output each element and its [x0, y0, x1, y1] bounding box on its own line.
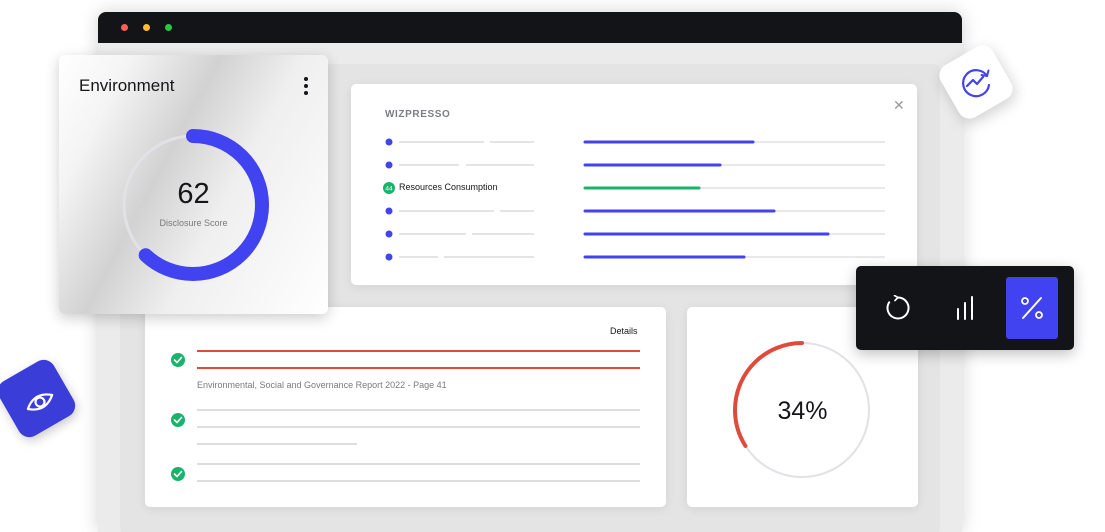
- window-close-button[interactable]: [121, 24, 128, 31]
- percent-button[interactable]: [1006, 277, 1058, 339]
- percent-value: 34%: [777, 397, 828, 425]
- close-icon[interactable]: ✕: [893, 97, 905, 114]
- report-title[interactable]: Environmental, Social and Governance Rep…: [197, 380, 447, 390]
- chart-refresh-icon: [962, 69, 991, 98]
- details-card: Details Environmental, Social and Govern…: [145, 307, 666, 507]
- disclosure-score-label: Disclosure Score: [159, 218, 228, 228]
- title-bar: [98, 12, 962, 43]
- row-bullet: [385, 230, 393, 238]
- window-minimize-button[interactable]: [143, 24, 150, 31]
- row-bullet: [385, 253, 393, 261]
- bar-chart-button[interactable]: [939, 277, 991, 339]
- environment-title: Environment: [79, 76, 175, 95]
- check-circle-icon: [171, 353, 185, 367]
- bar-chart-icon: [957, 296, 973, 320]
- environment-card: Environment 62 Disclosure Score: [59, 55, 328, 314]
- row-bullet: [385, 138, 393, 146]
- view-toolbar: [856, 266, 1074, 350]
- eye-icon: [26, 393, 54, 411]
- disclosure-score-value: 62: [177, 178, 210, 210]
- row-bullet: [385, 161, 393, 169]
- refresh-circle-icon: [886, 295, 910, 320]
- evidence-list: [171, 350, 640, 482]
- check-circle-icon: [171, 467, 185, 481]
- wizpresso-logo: WIZPRESSO: [385, 109, 451, 120]
- percent-icon: [1021, 297, 1043, 319]
- row-number-badge-text: 44: [385, 186, 393, 193]
- more-vertical-icon[interactable]: [303, 77, 309, 97]
- resources-consumption-label[interactable]: Resources Consumption: [399, 182, 498, 192]
- window-zoom-button[interactable]: [165, 24, 172, 31]
- wizpresso-panel: 44 WIZPRESSO ✕ Resources Consumption: [351, 84, 917, 285]
- row-bullet: [385, 207, 393, 215]
- check-circle-icon: [171, 413, 185, 427]
- refresh-button[interactable]: [872, 277, 924, 339]
